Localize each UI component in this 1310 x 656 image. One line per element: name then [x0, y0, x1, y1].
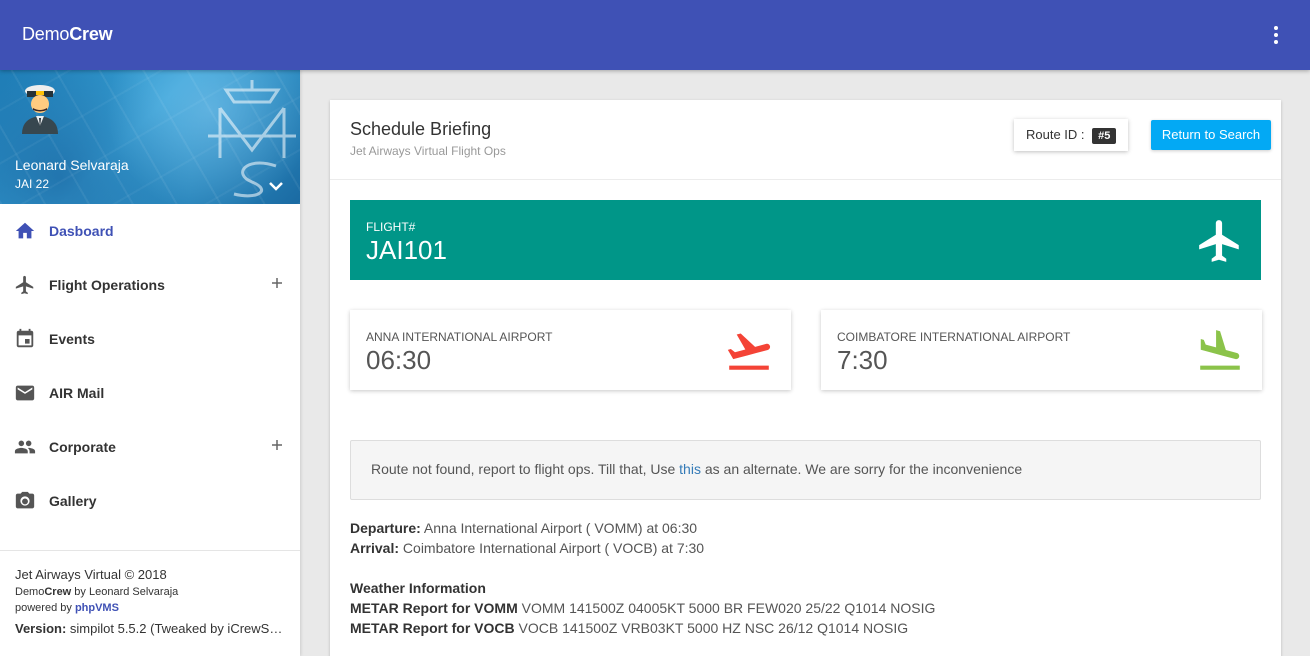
user-name: Leonard Selvaraja: [15, 157, 129, 173]
chevron-down-icon[interactable]: [268, 180, 284, 192]
alert-text-before: Route not found, report to flight ops. T…: [371, 461, 680, 477]
arrival-details-value: Coimbatore International Airport ( VOCB)…: [399, 540, 705, 556]
brand-bold: Crew: [69, 24, 113, 44]
return-to-search-button[interactable]: Return to Search: [1151, 120, 1271, 150]
arrival-details: Arrival: Coimbatore International Airpor…: [350, 540, 704, 556]
plus-icon[interactable]: [270, 276, 284, 290]
home-icon: [15, 222, 35, 239]
route-not-found-alert: Route not found, report to flight ops. T…: [350, 440, 1261, 500]
schedule-briefing-card: Schedule Briefing Jet Airways Virtual Fl…: [330, 100, 1281, 656]
sidebar-item-flight-operations[interactable]: Flight Operations: [0, 258, 300, 312]
metar-vomm-value: VOMM 141500Z 04005KT 5000 BR FEW020 25/2…: [517, 600, 936, 616]
departure-box: ANNA INTERNATIONAL AIRPORT 06:30: [350, 310, 791, 390]
sidebar-item-label: Flight Operations: [49, 277, 165, 293]
app-brand[interactable]: DemoCrew: [22, 24, 113, 45]
calendar-icon: [16, 328, 34, 348]
user-pilot-id: JAI 22: [15, 177, 50, 191]
sidebar-item-label: Dasboard: [49, 223, 114, 239]
metar-vocb: METAR Report for VOCB VOCB 141500Z VRB03…: [350, 620, 908, 636]
footer-powered-text: powered by: [15, 602, 75, 614]
people-icon: [14, 440, 36, 454]
metar-vocb-label: METAR Report for VOCB: [350, 620, 515, 636]
arrival-details-label: Arrival:: [350, 540, 400, 556]
sidebar-item-air-mail[interactable]: AIR Mail: [0, 366, 300, 420]
footer-version-value: simpilot 5.5.2 (Tweaked by iCrewSystems): [69, 621, 285, 636]
footer-credit: DemoCrew by Leonard Selvaraja: [15, 586, 285, 598]
footer-crew-light: Demo: [15, 586, 45, 598]
alert-text-after: as an alternate. We are sorry for the in…: [700, 461, 1023, 477]
departure-details-label: Departure:: [350, 520, 421, 536]
departure-details-value: Anna International Airport ( VOMM) at 06…: [420, 520, 698, 536]
user-logo-watermark-icon: [208, 80, 296, 198]
brand-light: Demo: [22, 24, 70, 44]
footer-powered: powered by phpVMS: [15, 602, 285, 614]
route-id-box: Route ID : #5: [1014, 119, 1128, 151]
sidebar-item-label: Gallery: [49, 493, 97, 509]
card-header: Schedule Briefing Jet Airways Virtual Fl…: [330, 100, 1281, 180]
departure-details: Departure: Anna International Airport ( …: [350, 520, 697, 536]
sidebar-item-dashboard[interactable]: Dasboard: [0, 204, 300, 258]
metar-vocb-value: VOCB 141500Z VRB03KT 5000 HZ NSC 26/12 Q…: [514, 620, 909, 636]
route-id-badge: #5: [1092, 128, 1117, 144]
footer-crew-by: by Leonard Selvaraja: [71, 586, 179, 598]
phpvms-link[interactable]: phpVMS: [75, 602, 119, 614]
route-id-label: Route ID :: [1026, 127, 1085, 142]
arrival-time: 7:30: [837, 345, 888, 375]
page-subtitle: Jet Airways Virtual Flight Ops: [350, 144, 506, 158]
footer-copyright: Jet Airways Virtual © 2018: [15, 567, 167, 582]
airplane-icon: [1199, 220, 1239, 262]
alternate-route-link[interactable]: this: [679, 461, 701, 477]
sidebar-item-label: Events: [49, 331, 95, 347]
sidebar-item-corporate[interactable]: Corporate: [0, 420, 300, 474]
flight-takeoff-icon: [727, 333, 771, 370]
departure-airport: ANNA INTERNATIONAL AIRPORT: [366, 330, 553, 344]
sidebar: Leonard Selvaraja JAI 22 Dasboard Flight…: [0, 70, 300, 656]
flight-number-box: FLIGHT# JAI101: [350, 200, 1261, 280]
sidebar-item-label: AIR Mail: [49, 385, 105, 401]
arrival-airport: COIMBATORE INTERNATIONAL AIRPORT: [837, 330, 1071, 344]
weather-heading-text: Weather Information: [350, 580, 486, 596]
sidebar-menu: Dasboard Flight Operations Events AIR Ma…: [0, 204, 300, 528]
page-title: Schedule Briefing: [350, 119, 492, 139]
metar-vomm-label: METAR Report for VOMM: [350, 600, 518, 616]
flight-label: FLIGHT#: [366, 220, 416, 234]
camera-icon: [15, 491, 35, 509]
sidebar-item-events[interactable]: Events: [0, 312, 300, 366]
sidebar-item-label: Corporate: [49, 439, 116, 455]
airplane-icon: [15, 275, 34, 295]
sidebar-item-gallery[interactable]: Gallery: [0, 474, 300, 528]
more-vert-icon[interactable]: [1268, 24, 1284, 48]
footer-crew-bold: Crew: [44, 586, 72, 598]
flight-number: JAI101: [366, 235, 447, 265]
arrival-box: COIMBATORE INTERNATIONAL AIRPORT 7:30: [821, 310, 1262, 390]
top-app-bar: DemoCrew: [0, 0, 1310, 70]
weather-heading: Weather Information: [350, 580, 486, 596]
flight-land-icon: [1200, 330, 1240, 370]
metar-vomm: METAR Report for VOMM VOMM 141500Z 04005…: [350, 600, 935, 616]
sidebar-footer: Jet Airways Virtual © 2018 DemoCrew by L…: [0, 550, 300, 656]
mail-icon: [15, 385, 35, 401]
avatar[interactable]: [18, 82, 62, 134]
plus-icon[interactable]: [270, 438, 284, 452]
footer-version: Version: simpilot 5.5.2 (Tweaked by iCre…: [15, 621, 285, 636]
footer-version-label: Version:: [15, 621, 67, 636]
departure-time: 06:30: [366, 345, 432, 375]
user-info-panel: Leonard Selvaraja JAI 22: [0, 70, 300, 204]
